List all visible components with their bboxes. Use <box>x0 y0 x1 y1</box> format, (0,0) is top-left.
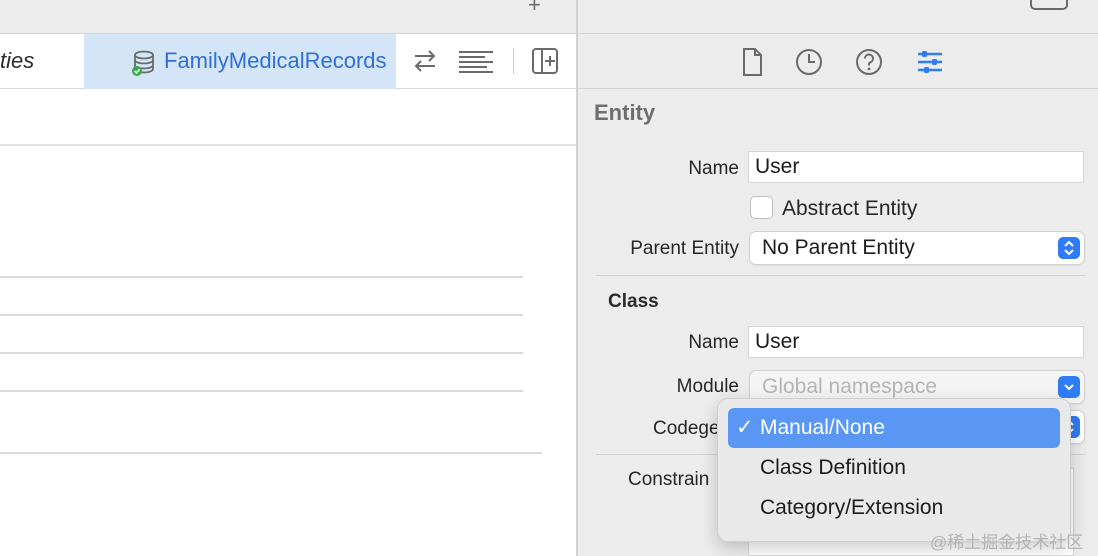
section-divider <box>596 275 1086 276</box>
menu-item-class-definition[interactable]: Class Definition <box>728 448 1060 488</box>
editor-tab-strip: + <box>0 0 576 34</box>
class-section-title: Class <box>608 291 659 312</box>
watermark: @稀土掘金技术社区 <box>930 533 1084 552</box>
module-placeholder: Global namespace <box>762 375 938 398</box>
editor-row-rule <box>0 452 542 454</box>
editor-style-icon[interactable] <box>457 46 495 76</box>
editor-row-rule <box>0 276 523 278</box>
swap-arrows-icon[interactable] <box>410 46 440 76</box>
entity-name-label: Name <box>688 158 739 179</box>
checkmark-icon: ✓ <box>736 416 754 439</box>
editor-divider <box>0 144 576 146</box>
file-inspector-icon[interactable] <box>736 46 768 78</box>
toolbar-separator <box>513 48 514 74</box>
inspector-top-strip <box>578 0 1098 34</box>
module-label: Module <box>676 376 739 397</box>
quick-help-icon[interactable] <box>853 46 885 78</box>
menu-item-label: Class Definition <box>760 456 906 479</box>
library-icon[interactable] <box>1030 0 1068 10</box>
class-name-field[interactable]: User <box>748 326 1084 358</box>
menu-item-category-extension[interactable]: Category/Extension <box>728 488 1060 528</box>
add-editor-icon[interactable] <box>530 46 560 76</box>
add-tab-icon[interactable]: + <box>528 0 541 18</box>
menu-item-label: Manual/None <box>760 416 885 439</box>
database-icon <box>132 50 154 76</box>
editor-area: + ties FamilyMedicalRecords <box>0 0 576 556</box>
parent-entity-value: No Parent Entity <box>762 236 915 259</box>
data-model-inspector-icon[interactable] <box>914 46 946 78</box>
codegen-label: Codege <box>653 418 720 439</box>
parent-entity-popup[interactable]: No Parent Entity <box>750 232 1084 264</box>
codegen-dropdown-menu: ✓ Manual/None Class Definition Category/… <box>718 399 1070 541</box>
stepper-icon <box>1058 237 1080 259</box>
class-name-label: Name <box>688 332 739 353</box>
editor-row-rule <box>0 390 523 392</box>
breadcrumb-active[interactable]: FamilyMedicalRecords <box>84 34 396 89</box>
abstract-entity-checkbox[interactable] <box>750 196 773 219</box>
breadcrumb-active-label: FamilyMedicalRecords <box>164 48 387 73</box>
constraints-label: Constrain <box>628 469 710 490</box>
abstract-entity-label: Abstract Entity <box>782 197 918 220</box>
inspector-tab-bar <box>578 34 1098 89</box>
history-inspector-icon[interactable] <box>793 46 825 78</box>
menu-item-manual-none[interactable]: ✓ Manual/None <box>728 408 1060 448</box>
editor-row-rule <box>0 352 523 354</box>
jump-bar: ties FamilyMedicalRecords <box>0 34 576 89</box>
menu-item-label: Category/Extension <box>760 496 944 519</box>
editor-row-rule <box>0 314 523 316</box>
chevron-down-icon <box>1058 376 1080 398</box>
parent-entity-label: Parent Entity <box>630 238 739 259</box>
entity-name-field[interactable]: User <box>748 151 1084 183</box>
breadcrumb-previous[interactable]: ties <box>0 48 34 74</box>
entity-section-title: Entity <box>594 100 656 125</box>
